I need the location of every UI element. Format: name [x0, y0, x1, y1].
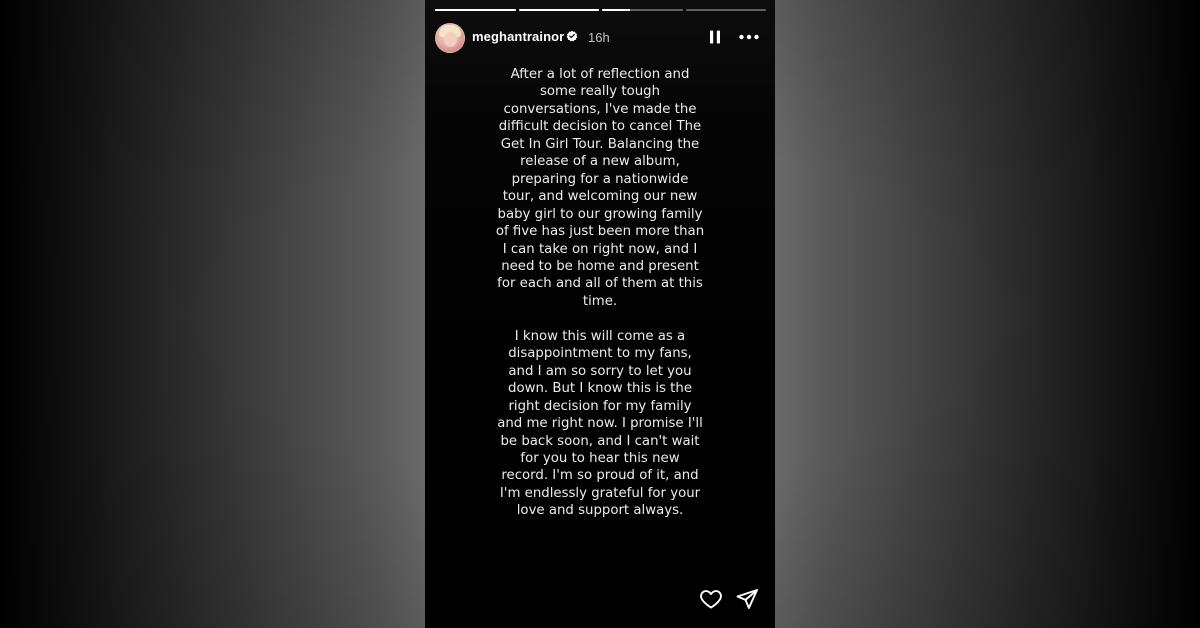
username-link[interactable]: meghantrainor	[472, 29, 564, 44]
progress-fill-3	[602, 9, 631, 11]
pause-icon[interactable]	[707, 29, 723, 45]
progress-segment-3	[602, 9, 683, 11]
message-paragraph-2: I know this will come as a disappointmen…	[497, 328, 703, 519]
progress-segment-1	[435, 9, 516, 11]
progress-segment-2	[518, 9, 599, 11]
more-options-icon[interactable]	[738, 29, 760, 45]
avatar-face	[444, 32, 457, 47]
story-viewer: meghantrainor 16h After a lot of reflect…	[425, 0, 775, 628]
progress-segment-4	[685, 9, 766, 11]
verified-badge-icon	[566, 30, 578, 42]
message-paragraph-1: After a lot of reflection and some reall…	[495, 67, 705, 309]
progress-fill-2	[518, 9, 599, 11]
story-timestamp: 16h	[588, 30, 610, 45]
story-progress-bar	[435, 9, 766, 11]
story-header: meghantrainor 16h	[435, 22, 767, 54]
story-text-message: After a lot of reflection and some reall…	[495, 66, 705, 520]
heart-icon[interactable]	[699, 587, 723, 611]
story-actions	[695, 585, 765, 613]
progress-fill-1	[435, 9, 516, 11]
send-icon[interactable]	[735, 587, 759, 611]
avatar[interactable]	[435, 23, 465, 53]
